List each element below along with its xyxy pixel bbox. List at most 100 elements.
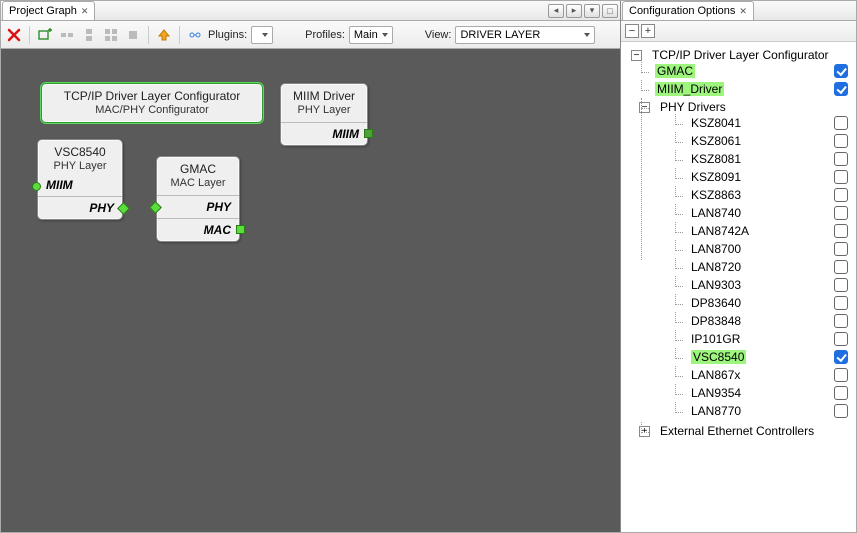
tree-item-phy[interactable]: LAN8742A xyxy=(685,222,854,240)
tree-item-phy[interactable]: KSZ8863 xyxy=(685,186,854,204)
plugins-icon[interactable] xyxy=(186,26,204,44)
checkbox[interactable] xyxy=(834,82,848,96)
tree-label: IP101GR xyxy=(691,332,740,346)
tree-item-phy[interactable]: KSZ8091 xyxy=(685,168,854,186)
tree-item-phy[interactable]: LAN9303 xyxy=(685,276,854,294)
tree-item-miim[interactable]: MIIM_Driver xyxy=(651,80,854,98)
tree-item-phy[interactable]: LAN8770 xyxy=(685,402,854,420)
port-icon[interactable] xyxy=(32,182,41,191)
checkbox[interactable] xyxy=(834,296,848,310)
profiles-select[interactable]: Main xyxy=(349,26,393,44)
tab-label: Project Graph xyxy=(9,5,77,17)
collapse-all-button[interactable]: − xyxy=(625,24,639,38)
tree-label: KSZ8061 xyxy=(691,134,741,148)
close-icon[interactable]: ✕ xyxy=(81,6,89,17)
checkbox[interactable] xyxy=(834,386,848,400)
tree-label: LAN8720 xyxy=(691,260,741,274)
separator xyxy=(29,26,30,44)
tab-max-button[interactable]: □ xyxy=(602,4,618,18)
checkbox[interactable] xyxy=(834,64,848,78)
tree-item-phy[interactable]: LAN8740 xyxy=(685,204,854,222)
delete-icon[interactable] xyxy=(5,26,23,44)
view-select[interactable]: DRIVER LAYER xyxy=(455,26,595,44)
tree-item-phy[interactable]: LAN8700 xyxy=(685,240,854,258)
profiles-label: Profiles: xyxy=(305,29,345,41)
node-vsc8540[interactable]: VSC8540 PHY Layer MIIM PHY xyxy=(37,139,123,220)
tree-item-phy[interactable]: KSZ8041 xyxy=(685,114,854,132)
checkbox[interactable] xyxy=(834,188,848,202)
checkbox[interactable] xyxy=(834,116,848,130)
tab-project-graph[interactable]: Project Graph ✕ xyxy=(2,1,95,20)
layout-h-icon[interactable] xyxy=(58,26,76,44)
close-icon[interactable]: ✕ xyxy=(739,6,747,17)
config-options-pane: Configuration Options ✕ − + − TCP/IP Dri… xyxy=(621,1,856,532)
checkbox[interactable] xyxy=(834,404,848,418)
tree-item-ext-eth[interactable]: + External Ethernet Controllers xyxy=(651,422,854,440)
collapse-icon[interactable]: − xyxy=(631,50,642,61)
tab-prev-button[interactable]: ◂ xyxy=(548,4,564,18)
checkbox[interactable] xyxy=(834,152,848,166)
checkbox[interactable] xyxy=(834,242,848,256)
tree-item-phy[interactable]: LAN8720 xyxy=(685,258,854,276)
tree-item-phy[interactable]: LAN867x xyxy=(685,366,854,384)
tab-label: Configuration Options xyxy=(629,5,735,17)
tree-item-phy-drivers[interactable]: − PHY Drivers KSZ8041KSZ8061KSZ8081KSZ80… xyxy=(651,98,854,422)
checkbox[interactable] xyxy=(834,368,848,382)
collapse-icon[interactable]: − xyxy=(639,102,650,113)
node-configurator[interactable]: TCP/IP Driver Layer Configurator MAC/PHY… xyxy=(41,83,263,123)
graph-canvas[interactable]: TCP/IP Driver Layer Configurator MAC/PHY… xyxy=(1,49,620,532)
port-icon[interactable] xyxy=(236,225,245,234)
tree-label: External Ethernet Controllers xyxy=(660,424,814,438)
tree-label: LAN9354 xyxy=(691,386,741,400)
checkbox[interactable] xyxy=(834,170,848,184)
node-miim-driver[interactable]: MIIM Driver PHY Layer MIIM xyxy=(280,83,368,146)
tree-controls: − + xyxy=(621,21,856,42)
port-icon[interactable] xyxy=(149,201,162,214)
tree-item-phy[interactable]: DP83848 xyxy=(685,312,854,330)
tree-label: MIIM_Driver xyxy=(655,82,724,96)
tree-item-phy[interactable]: DP83640 xyxy=(685,294,854,312)
tree-item-phy[interactable]: IP101GR xyxy=(685,330,854,348)
plugins-select[interactable] xyxy=(251,26,273,44)
tree-item-phy[interactable]: VSC8540 xyxy=(685,348,854,366)
tree-label: KSZ8081 xyxy=(691,152,741,166)
expand-all-button[interactable]: + xyxy=(641,24,655,38)
tree-label: DP83640 xyxy=(691,296,741,310)
tree-label: PHY Drivers xyxy=(660,100,726,114)
tree-item-phy[interactable]: LAN9354 xyxy=(685,384,854,402)
node-subtitle: PHY Layer xyxy=(38,160,122,178)
new-node-icon[interactable] xyxy=(36,26,54,44)
grid-icon[interactable] xyxy=(102,26,120,44)
separator xyxy=(148,26,149,44)
checkbox[interactable] xyxy=(834,206,848,220)
node-gmac[interactable]: GMAC MAC Layer PHY MAC xyxy=(156,156,240,242)
tree-label: GMAC xyxy=(655,64,695,78)
tree-label: LAN9303 xyxy=(691,278,741,292)
tab-config-options[interactable]: Configuration Options ✕ xyxy=(622,1,754,20)
tree-root[interactable]: − TCP/IP Driver Layer Configurator GMAC xyxy=(627,46,854,442)
node-port-row: MIIM xyxy=(281,122,367,145)
tab-menu-button[interactable]: ▾ xyxy=(584,4,600,18)
port-icon[interactable] xyxy=(364,129,373,138)
checkbox[interactable] xyxy=(834,134,848,148)
tree-label: KSZ8863 xyxy=(691,188,741,202)
checkbox[interactable] xyxy=(834,332,848,346)
checkbox[interactable] xyxy=(834,260,848,274)
tree-item-phy[interactable]: KSZ8061 xyxy=(685,132,854,150)
single-icon[interactable] xyxy=(124,26,142,44)
port-icon[interactable] xyxy=(117,202,130,215)
checkbox[interactable] xyxy=(834,224,848,238)
up-arrow-icon[interactable] xyxy=(155,26,173,44)
tree-label: LAN8742A xyxy=(691,224,749,238)
node-subtitle: MAC/PHY Configurator xyxy=(42,104,262,122)
checkbox[interactable] xyxy=(834,314,848,328)
expand-icon[interactable]: + xyxy=(639,426,650,437)
checkbox[interactable] xyxy=(834,350,848,364)
layout-v-icon[interactable] xyxy=(80,26,98,44)
tree-item-gmac[interactable]: GMAC xyxy=(651,62,854,80)
tab-next-button[interactable]: ▸ xyxy=(566,4,582,18)
tree-label: LAN867x xyxy=(691,368,740,382)
tree-item-phy[interactable]: KSZ8081 xyxy=(685,150,854,168)
checkbox[interactable] xyxy=(834,278,848,292)
node-port-row: MIIM xyxy=(38,178,122,196)
